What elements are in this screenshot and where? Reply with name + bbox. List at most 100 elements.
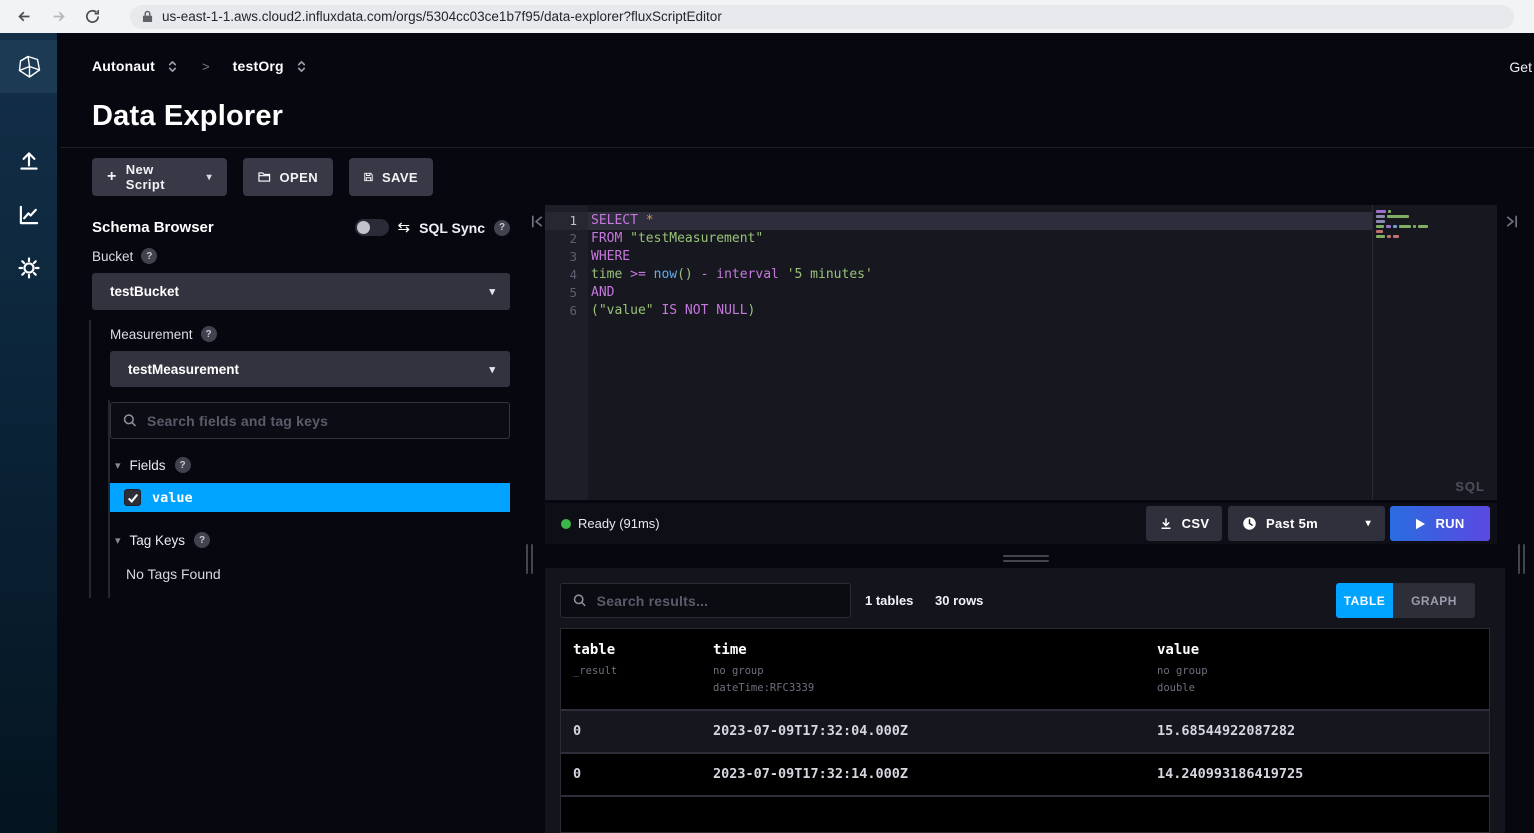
line-number: 1 [545,212,588,230]
caret-down-icon: ▾ [1366,518,1371,529]
fields-group-row[interactable]: ▾ Fields ? [115,457,191,473]
measurement-label-row: Measurement ? [110,326,217,342]
results-table: table_resulttimeno groupdateTime:RFC3339… [560,628,1490,833]
collapse-left-icon[interactable] [530,214,545,229]
url-text: us-east-1-1.aws.cloud2.influxdata.com/or… [162,9,722,24]
table-cell: 14.240993186419725 [1145,766,1489,782]
line-number: 4 [545,266,588,284]
fields-help-icon[interactable]: ? [175,457,191,473]
column-header: valueno groupdouble [1145,642,1489,697]
browser-forward-icon[interactable] [48,7,68,27]
sql-editor: 123456 SELECT *FROM "testMeasurement"WHE… [545,205,1497,500]
right-splitter-handle[interactable] [1518,544,1525,574]
bucket-selected-value: testBucket [110,284,179,299]
csv-download-button[interactable]: CSV [1146,506,1222,541]
settings-gear-icon[interactable] [0,255,57,281]
table-row: 02023-07-09T17:32:14.000Z14.240993186419… [561,754,1489,797]
plus-icon: + [107,168,117,186]
org-switcher[interactable]: testOrg [233,58,284,74]
breadcrumb: Autonaut > testOrg [92,58,308,74]
measurement-selected-value: testMeasurement [128,362,239,377]
browser-reload-icon[interactable] [82,7,102,27]
line-number: 2 [545,230,588,248]
tag-keys-group-row[interactable]: ▾ Tag Keys ? [115,532,210,548]
status-dot-icon [561,519,571,529]
code-line[interactable]: FROM "testMeasurement" [588,230,1372,248]
save-button[interactable]: SAVE [349,158,433,196]
results-search-input[interactable] [597,593,838,609]
account-switcher[interactable]: Autonaut [92,58,155,74]
measurement-label: Measurement [110,327,193,342]
schema-search-box [110,402,510,439]
bucket-dropdown[interactable]: testBucket ▾ [92,273,510,310]
fields-caret-icon[interactable]: ▾ [115,459,121,472]
measurement-help-icon[interactable]: ? [201,326,217,342]
field-checkbox[interactable] [124,489,141,506]
column-header: timeno groupdateTime:RFC3339 [701,642,1145,697]
caret-down-icon: ▾ [489,285,495,298]
table-cell: 0 [561,766,701,782]
field-name: value [152,490,193,506]
results-search-box [560,583,851,618]
tag-keys-help-icon[interactable]: ? [194,532,210,548]
sql-sync-label: SQL Sync [419,220,485,236]
org-sort-chevrons-icon[interactable] [295,59,308,74]
results-table-body: 0 2023-07-09T17:32:04.000Z15.685449220872… [561,711,1489,797]
nav-sidebar: ? [0,33,57,833]
table-cell: 2023-07-09T17:32:14.000Z [701,766,1145,782]
time-range-dropdown[interactable]: Past 5m ▾ [1228,506,1385,541]
measurement-dropdown[interactable]: testMeasurement ▾ [110,351,510,387]
run-button[interactable]: RUN [1390,506,1490,541]
code-line[interactable]: WHERE [588,248,1372,266]
code-line[interactable]: AND [588,284,1372,302]
browser-back-icon[interactable] [14,7,34,27]
account-sort-chevrons-icon[interactable] [166,59,179,74]
tables-count: 1 tables [865,593,913,608]
influxdb-logo[interactable] [0,40,57,93]
column-header: table_result [561,642,701,697]
table-cell: 2023-07-09T17:32:04.000Z [701,723,1145,739]
tab-graph[interactable]: GRAPH [1393,583,1475,618]
caret-down-icon: ▾ [489,363,495,376]
collapse-right-icon[interactable] [1504,214,1519,229]
horizontal-splitter-handle[interactable] [1003,555,1049,565]
data-explorer-nav-icon[interactable] [0,202,57,228]
time-range-label: Past 5m [1266,516,1318,531]
query-status-text: Ready (91ms) [578,516,660,531]
bucket-label: Bucket [92,249,133,264]
address-bar[interactable]: us-east-1-1.aws.cloud2.influxdata.com/or… [130,5,1514,29]
run-label: RUN [1435,516,1464,531]
schema-browser-title: Schema Browser [92,219,214,236]
upload-nav-icon[interactable] [0,148,57,174]
new-script-button[interactable]: + New Script ▾ [92,158,227,196]
field-item[interactable]: value [110,483,510,512]
schema-search-input[interactable] [147,413,497,429]
line-number: 5 [545,284,588,302]
indent-line [89,320,91,598]
sql-sync-help-icon[interactable]: ? [494,220,510,236]
editor-gutter: 123456 [545,205,588,500]
open-button[interactable]: OPEN [243,158,333,196]
table-cell: 15.68544922087282 [1145,723,1489,739]
table-row: 02023-07-09T17:32:04.000Z15.685449220872… [561,711,1489,754]
browser-toolbar: us-east-1-1.aws.cloud2.influxdata.com/or… [0,0,1534,33]
code-line[interactable]: SELECT * [588,212,1372,230]
bucket-help-icon[interactable]: ? [141,248,157,264]
lock-icon [142,10,153,23]
tab-table[interactable]: TABLE [1336,583,1393,618]
left-splitter-handle[interactable] [526,544,533,574]
code-line[interactable]: time >= now() - interval '5 minutes' [588,266,1372,284]
code-line[interactable]: ("value" IS NOT NULL) [588,302,1372,320]
editor-minimap[interactable] [1373,205,1497,500]
editor-language-badge: SQL [1455,479,1485,494]
sql-sync-toggle[interactable] [355,219,389,236]
screen: us-east-1-1.aws.cloud2.influxdata.com/or… [0,0,1534,833]
save-label: SAVE [382,170,418,185]
folder-icon [258,170,271,184]
schema-browser-header: Schema Browser ⇆ SQL Sync ? [92,219,510,243]
editor-code[interactable]: SELECT *FROM "testMeasurement"WHEREtime … [588,205,1372,500]
top-right-get-link[interactable]: Get [1509,59,1532,75]
results-table-header: table_resulttimeno groupdateTime:RFC3339… [561,629,1489,711]
tag-keys-caret-icon[interactable]: ▾ [115,534,121,547]
download-icon [1159,517,1173,531]
